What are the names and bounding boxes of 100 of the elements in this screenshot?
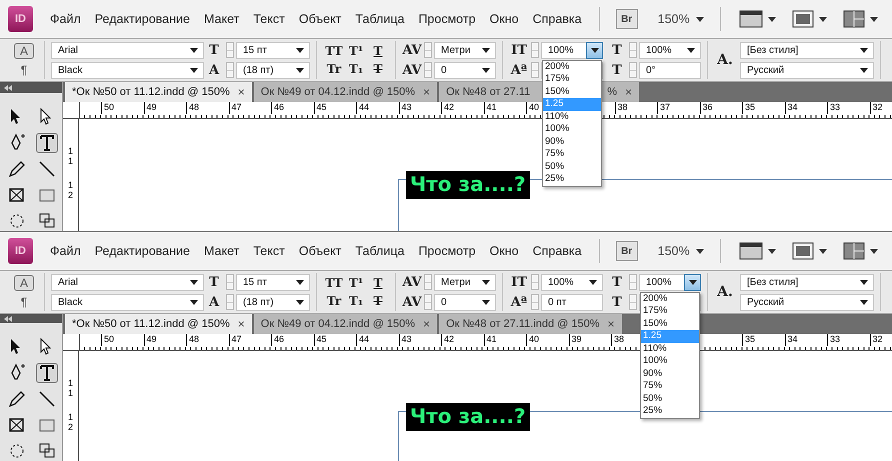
- combo-field[interactable]: 0: [434, 62, 496, 78]
- menu-item[interactable]: Редактирование: [88, 12, 197, 26]
- font-style-field[interactable]: Black: [51, 294, 204, 310]
- combo-field[interactable]: Метри: [434, 42, 496, 58]
- document-tab[interactable]: *Ок №50 от 11.12.indd @ 150% ×: [65, 314, 252, 334]
- close-icon[interactable]: ×: [608, 317, 615, 331]
- combo-field[interactable]: 15 пт: [236, 42, 310, 58]
- document-tab[interactable]: Ок №49 от 04.12.indd @ 150% ×: [254, 82, 438, 102]
- view-mode-button[interactable]: [792, 10, 827, 28]
- caret-icon: [589, 280, 597, 284]
- close-icon[interactable]: ×: [238, 317, 245, 331]
- text-style-button[interactable]: Tr: [323, 294, 345, 308]
- text-style-button[interactable]: TT: [323, 276, 345, 290]
- font-family-field[interactable]: Arial: [51, 274, 204, 290]
- type-tool-icon[interactable]: [36, 363, 58, 383]
- close-icon[interactable]: ×: [625, 85, 632, 99]
- dropdown-option[interactable]: 175%: [641, 305, 699, 318]
- scale-combo-field[interactable]: 100%: [541, 274, 603, 290]
- zoom-dropdown[interactable]: 150%: [658, 12, 704, 26]
- screen-mode-button[interactable]: [738, 10, 776, 28]
- dropdown-option[interactable]: 50%: [543, 160, 601, 173]
- caret-icon: [296, 48, 304, 52]
- zoom-dropdown[interactable]: 150%: [658, 244, 704, 258]
- text-style-button[interactable]: T¹: [345, 276, 367, 290]
- dropdown-option[interactable]: 75%: [641, 380, 699, 392]
- menu-item[interactable]: Текст: [246, 12, 292, 26]
- collapse-icon[interactable]: [4, 84, 12, 90]
- menu-item[interactable]: Окно: [482, 244, 526, 258]
- text-style-button[interactable]: TT: [323, 44, 345, 58]
- font-family-field[interactable]: Arial: [51, 42, 204, 58]
- text-style-button[interactable]: T: [367, 276, 389, 290]
- combo-field[interactable]: 0: [434, 294, 496, 310]
- view-mode-button[interactable]: [792, 242, 827, 260]
- menu-item[interactable]: Таблица: [348, 12, 412, 26]
- combo-field[interactable]: 15 пт: [236, 274, 310, 290]
- dropdown-option[interactable]: 90%: [543, 136, 601, 148]
- dropdown-option[interactable]: 200%: [543, 60, 601, 73]
- value-field[interactable]: 0°: [639, 62, 701, 78]
- caret-icon: [190, 300, 198, 304]
- document-tab[interactable]: Ок №49 от 04.12.indd @ 150% ×: [254, 314, 438, 334]
- menu-item[interactable]: Объект: [292, 244, 348, 258]
- text-style-button[interactable]: T¹: [345, 44, 367, 58]
- dropdown-option[interactable]: 25%: [543, 173, 601, 186]
- mode-toggle[interactable]: ¶: [14, 294, 34, 310]
- bridge-button[interactable]: Br: [616, 241, 638, 261]
- font-style-field[interactable]: Black: [51, 62, 204, 78]
- menu-item[interactable]: Таблица: [348, 244, 412, 258]
- arrange-layout-button[interactable]: [842, 242, 878, 260]
- caret-icon: [870, 16, 878, 22]
- menu-item[interactable]: Просмотр: [411, 12, 483, 26]
- dropdown-option[interactable]: 100%: [543, 123, 601, 136]
- menu-item[interactable]: Просмотр: [411, 244, 483, 258]
- dropdown-option[interactable]: 150%: [641, 318, 699, 330]
- mode-toggle[interactable]: A: [14, 42, 34, 58]
- document-tab[interactable]: Ок №48 от 27.11.indd @ 150% ×: [439, 314, 622, 334]
- text-style-button[interactable]: T₁: [345, 62, 367, 76]
- text-style-button[interactable]: T₁: [345, 294, 367, 308]
- language-field[interactable]: Русский: [740, 62, 874, 78]
- dropdown-arrow-button[interactable]: [684, 274, 701, 290]
- dropdown-option[interactable]: 25%: [641, 405, 699, 418]
- menu-item[interactable]: Текст: [246, 244, 292, 258]
- menu-item[interactable]: Файл: [43, 12, 88, 26]
- scale-combo-field[interactable]: 100%: [639, 42, 701, 58]
- document-tab[interactable]: *Ок №50 от 11.12.indd @ 150% ×: [65, 82, 252, 102]
- arrange-layout-button[interactable]: [842, 10, 878, 28]
- field-glyph: A: [208, 62, 220, 78]
- screen-mode-button[interactable]: [738, 242, 776, 260]
- type-tool-icon[interactable]: [36, 133, 58, 153]
- text-style-button[interactable]: Tr: [323, 62, 345, 76]
- close-icon[interactable]: ×: [238, 85, 245, 99]
- text-style-button[interactable]: T: [367, 62, 389, 76]
- menu-item[interactable]: Макет: [196, 12, 246, 26]
- value-field[interactable]: 0 пт: [541, 294, 603, 310]
- bridge-button[interactable]: Br: [616, 9, 638, 29]
- dropdown-option[interactable]: 90%: [641, 368, 699, 380]
- combo-field[interactable]: Метри: [434, 274, 496, 290]
- mode-toggle[interactable]: A: [14, 274, 34, 290]
- close-icon[interactable]: ×: [423, 317, 430, 331]
- mode-toggle[interactable]: ¶: [14, 62, 34, 78]
- combo-field[interactable]: (18 пт): [236, 62, 310, 78]
- text-style-button[interactable]: T: [367, 294, 389, 308]
- menu-item[interactable]: Файл: [43, 244, 88, 258]
- dropdown-arrow-button[interactable]: [586, 42, 603, 58]
- menu-item[interactable]: Окно: [482, 12, 526, 26]
- menu-item[interactable]: Справка: [526, 12, 589, 26]
- dropdown-option[interactable]: 75%: [543, 148, 601, 160]
- dropdown-option[interactable]: 150%: [543, 86, 601, 98]
- menu-item[interactable]: Справка: [526, 244, 589, 258]
- dropdown-option[interactable]: 100%: [641, 355, 699, 368]
- language-field[interactable]: Русский: [740, 294, 874, 310]
- text-style-button[interactable]: T: [367, 44, 389, 58]
- menu-item[interactable]: Объект: [292, 12, 348, 26]
- menu-item[interactable]: Макет: [196, 244, 246, 258]
- menu-item[interactable]: Редактирование: [88, 244, 197, 258]
- character-style-field[interactable]: [Без стиля]: [740, 274, 874, 290]
- combo-field[interactable]: (18 пт): [236, 294, 310, 310]
- dropdown-option[interactable]: 200%: [641, 292, 699, 305]
- character-style-field[interactable]: [Без стиля]: [740, 42, 874, 58]
- dropdown-option[interactable]: 50%: [641, 392, 699, 405]
- close-icon[interactable]: ×: [423, 85, 430, 99]
